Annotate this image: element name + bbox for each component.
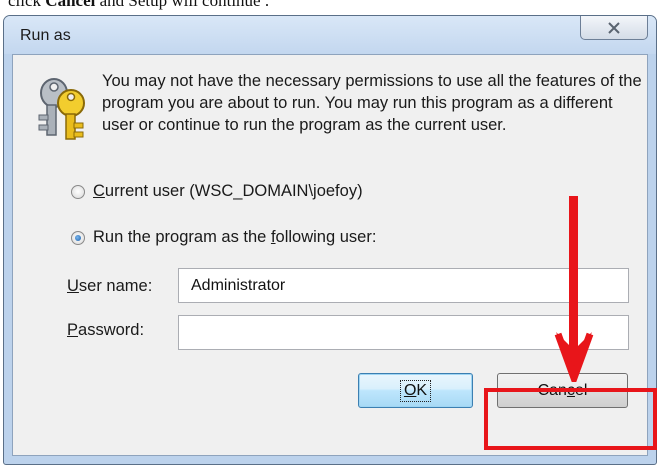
- radio-following-user[interactable]: Run the program as the following user:: [71, 228, 376, 247]
- password-label: Password:: [67, 321, 145, 339]
- ok-button[interactable]: OK: [358, 373, 473, 408]
- cancel-highlight-box: [484, 388, 657, 450]
- window-title: Run as: [20, 27, 71, 44]
- instruction-caption: click Cancel and Setup will continue .: [8, 0, 270, 10]
- title-bar[interactable]: Run as: [4, 16, 656, 54]
- ok-button-label: OK: [399, 379, 432, 402]
- radio-current-user-button[interactable]: [71, 184, 85, 199]
- radio-following-user-button[interactable]: [71, 230, 85, 245]
- radio-following-user-label: Run the program as the following user:: [93, 228, 377, 246]
- permission-message: You may not have the necessary permissio…: [102, 72, 642, 134]
- down-arrow-icon: [554, 196, 594, 382]
- radio-current-user-label: Current user (WSC_DOMAIN\joefoy): [93, 182, 363, 200]
- keys-icon: [38, 78, 85, 140]
- close-button[interactable]: [580, 16, 648, 40]
- close-x-icon: [608, 21, 620, 34]
- username-label: User name:: [67, 277, 153, 295]
- radio-current-user[interactable]: Current user (WSC_DOMAIN\joefoy): [71, 182, 363, 201]
